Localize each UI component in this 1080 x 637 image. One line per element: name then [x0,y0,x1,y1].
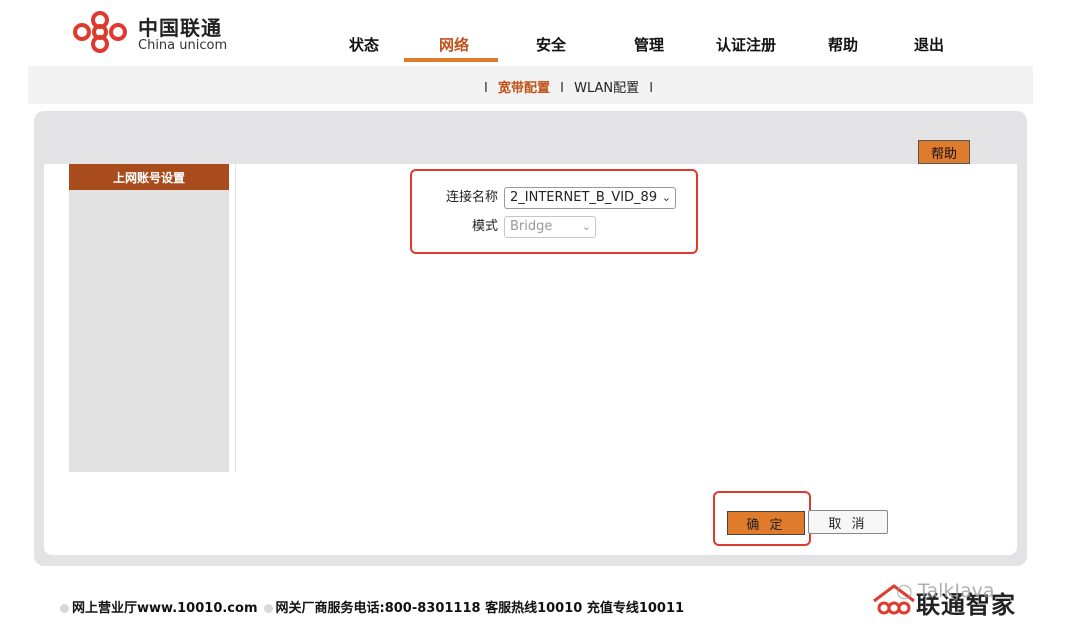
footer-online-hall[interactable]: 网上营业厅www.10010.com [72,601,258,616]
connection-name-label: 连接名称 [445,190,498,205]
footer-service-info: 网关厂商服务电话:800-8301118 客服热线10010 充值专线10011 [275,601,685,616]
nav-management[interactable]: 管理 [603,34,695,55]
nav-security[interactable]: 安全 [505,34,597,55]
bullet-icon [263,604,273,613]
form-highlight-box [410,169,698,254]
confirm-button[interactable]: 确 定 [727,511,805,535]
mode-select[interactable]: Bridge ⌄ [504,215,596,238]
cancel-button[interactable]: 取 消 [808,510,888,534]
chevron-down-icon: ⌄ [661,190,671,204]
content-panel: 帮助 上网账号设置 连接名称 2_INTERNET_B_VID_89 ⌄ 模式 Bri… [34,111,1027,566]
subnav-separator: I [484,81,488,96]
footer: 网上营业厅www.10010.com 网关厂商服务电话:800-8301118 客… [60,597,684,616]
mode-value: Bridge [510,218,553,234]
help-button[interactable]: 帮助 [918,140,970,164]
sub-nav: I 宽带配置 I WLAN配置 I [28,66,1033,104]
sidebar-item-account-settings[interactable]: 上网账号设置 [69,164,229,190]
connection-name-select[interactable]: 2_INTERNET_B_VID_89 ⌄ [504,186,676,209]
subnav-broadband-config[interactable]: 宽带配置 [498,81,550,96]
watermark: ○ TalkJava [896,580,995,602]
wechat-icon: ○ [896,580,913,602]
brand-name-cn: 中国联通 [138,16,222,40]
connection-name-row: 连接名称 2_INTERNET_B_VID_89 ⌄ [424,186,676,209]
connection-name-value: 2_INTERNET_B_VID_89 [510,189,658,205]
mode-row: 模式 Bridge ⌄ [424,215,596,238]
sidebar-divider [235,164,236,472]
nav-active-indicator [404,58,498,62]
content-area: 上网账号设置 连接名称 2_INTERNET_B_VID_89 ⌄ 模式 Bridge… [44,164,1017,555]
nav-status[interactable]: 状态 [318,34,410,55]
watermark-text: TalkJava [918,580,995,602]
subnav-wlan-config[interactable]: WLAN配置 [574,81,639,96]
brand-name-en: China unicom [138,38,228,53]
unicom-knot-icon [73,11,127,53]
nav-network[interactable]: 网络 [408,34,500,55]
mode-label: 模式 [471,219,498,234]
bullet-icon [60,604,69,613]
nav-auth-register[interactable]: 认证注册 [700,34,792,55]
sidebar-body [69,190,229,472]
subnav-separator: I [560,81,564,96]
chevron-down-icon: ⌄ [581,219,591,233]
china-unicom-logo: 中国联通 China unicom [68,8,238,58]
subnav-separator: I [649,81,654,96]
nav-logout[interactable]: 退出 [883,34,975,55]
nav-help[interactable]: 帮助 [797,34,889,55]
